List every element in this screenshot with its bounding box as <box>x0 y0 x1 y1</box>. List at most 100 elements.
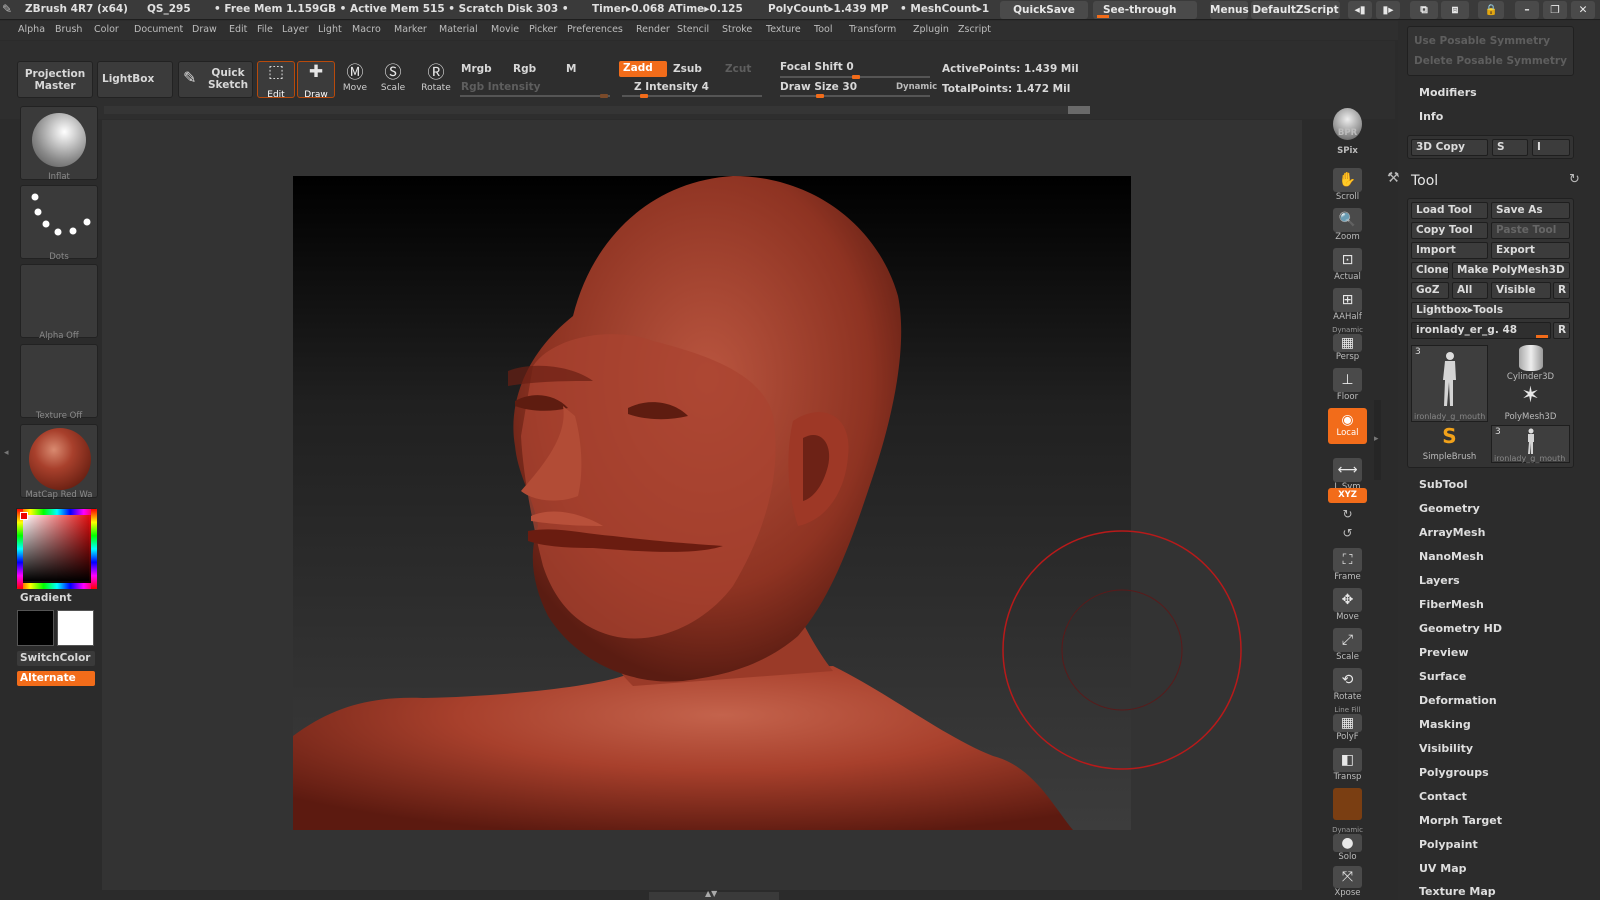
delete-posable-symmetry-button[interactable]: Delete Posable Symmetry <box>1414 55 1567 67</box>
menu-draw[interactable]: Draw <box>192 24 217 35</box>
menus-button[interactable]: Menus <box>1210 1 1249 19</box>
nanomesh-section[interactable]: NanoMesh <box>1419 550 1484 563</box>
texture-selector[interactable] <box>20 344 98 418</box>
main-color-swatch[interactable] <box>17 610 54 646</box>
color-picker-cursor[interactable] <box>20 512 28 520</box>
viewport-scale-button[interactable]: ⤢ Scale <box>1328 628 1367 662</box>
minimize-icon[interactable]: – <box>1515 1 1539 19</box>
zcut-button[interactable]: Zcut <box>725 63 751 75</box>
rgb-intensity-slider[interactable]: Rgb Intensity <box>461 81 540 93</box>
seethrough-slider[interactable]: See-through 0 <box>1093 1 1197 34</box>
tool-thumb-polymesh3d[interactable]: ✶ PolyMesh3D <box>1491 385 1570 423</box>
mrgb-button[interactable]: Mrgb <box>461 63 492 75</box>
tray-right-icon[interactable]: ▮▸ <box>1376 1 1400 19</box>
menu-tool[interactable]: Tool <box>814 24 832 35</box>
lsym-button[interactable]: ⟷ L.Sym <box>1328 458 1367 492</box>
bpr-button[interactable]: BPR <box>1328 108 1367 150</box>
deformation-section[interactable]: Deformation <box>1419 694 1497 707</box>
copy3d-button[interactable]: 3D Copy <box>1411 139 1488 156</box>
goz-visible-button[interactable]: Visible <box>1491 282 1551 299</box>
polygroups-section[interactable]: Polygroups <box>1419 766 1489 779</box>
lightbox-tools-button[interactable]: Lightbox▸Tools <box>1411 302 1570 319</box>
goz-r-button[interactable]: R <box>1553 282 1570 299</box>
tool-thumb-cylinder3d[interactable]: Cylinder3D <box>1491 345 1570 383</box>
rgb-button[interactable]: Rgb <box>513 63 536 75</box>
reset-icon[interactable]: ↻ <box>1569 172 1580 187</box>
menu-marker[interactable]: Marker <box>394 24 427 35</box>
menu-material[interactable]: Material <box>439 24 478 35</box>
spix-slider[interactable]: SPix <box>1328 146 1367 156</box>
menu-zplugin[interactable]: Zplugin <box>913 24 949 35</box>
import-button[interactable]: Import <box>1411 242 1488 259</box>
menu-picker[interactable]: Picker <box>529 24 557 35</box>
goz-all-button[interactable]: All <box>1452 282 1488 299</box>
right-tray-divider[interactable]: ▸ <box>1374 400 1381 480</box>
brush-selector[interactable] <box>20 106 98 180</box>
morph-target-section[interactable]: Morph Target <box>1419 814 1502 827</box>
floor-button[interactable]: ⊥ Floor <box>1328 368 1367 402</box>
texture-map-section[interactable]: Texture Map <box>1419 885 1496 898</box>
layout-icon[interactable]: ⧉ <box>1410 1 1438 19</box>
geometry-section[interactable]: Geometry <box>1419 502 1480 515</box>
menu-zscript[interactable]: Zscript <box>958 24 991 35</box>
load-tool-button[interactable]: Load Tool <box>1411 202 1488 219</box>
fibermesh-section[interactable]: FiberMesh <box>1419 598 1484 611</box>
menu-stroke[interactable]: Stroke <box>722 24 752 35</box>
current-tool-r-button[interactable]: R <box>1553 322 1570 339</box>
xpose-button[interactable]: ⤧ Xpose <box>1328 866 1367 898</box>
masking-section[interactable]: Masking <box>1419 718 1471 731</box>
gradient-toggle[interactable]: Gradient <box>20 592 72 604</box>
persp-button[interactable]: Dynamic ▦ Persp <box>1328 326 1367 362</box>
local-button[interactable]: ◉ Local <box>1328 408 1367 444</box>
zsub-button[interactable]: Zsub <box>673 63 702 75</box>
menu-alpha[interactable]: Alpha <box>18 24 45 35</box>
left-tray-arrow-icon[interactable]: ◂ <box>4 448 11 468</box>
tool-palette-title[interactable]: Tool <box>1411 173 1438 189</box>
layers-section[interactable]: Layers <box>1419 574 1460 587</box>
menu-macro[interactable]: Macro <box>352 24 381 35</box>
tool-thumb-simplebrush[interactable]: S SimpleBrush <box>1411 425 1488 463</box>
contact-section[interactable]: Contact <box>1419 790 1467 803</box>
menu-brush[interactable]: Brush <box>55 24 82 35</box>
switchcolor-button[interactable]: SwitchColor <box>17 651 95 666</box>
color-picker[interactable] <box>16 508 97 589</box>
modifiers-section[interactable]: Modifiers <box>1419 86 1477 99</box>
draw-size-slider[interactable]: Draw Size 30 <box>780 81 857 93</box>
copy-tool-button[interactable]: Copy Tool <box>1411 222 1488 239</box>
arraymesh-section[interactable]: ArrayMesh <box>1419 526 1485 539</box>
dynamic-toggle[interactable]: Dynamic <box>896 82 937 92</box>
zadd-button[interactable]: Zadd <box>619 61 667 77</box>
pin-icon[interactable]: ⚒ <box>1387 170 1400 186</box>
ghost-button[interactable] <box>1328 788 1367 820</box>
paste-tool-button[interactable]: Paste Tool <box>1491 222 1570 239</box>
goz-button[interactable]: GoZ <box>1411 282 1449 299</box>
focal-shift-slider[interactable]: Focal Shift 0 <box>780 61 854 73</box>
copy3d-s-button[interactable]: S <box>1492 139 1528 156</box>
alpha-selector[interactable] <box>20 264 98 338</box>
edit-button[interactable]: ⬚ Edit <box>257 61 295 100</box>
clone-button[interactable]: Clone <box>1411 262 1449 279</box>
default-zscript-button[interactable]: DefaultZScript <box>1251 1 1340 19</box>
menu-color[interactable]: Color <box>94 24 119 35</box>
top-scroll-handle[interactable] <box>1068 106 1090 114</box>
subtool-section[interactable]: SubTool <box>1419 478 1468 491</box>
focal-shift-track[interactable] <box>780 75 930 79</box>
menu-texture[interactable]: Texture <box>766 24 801 35</box>
geometry-hd-section[interactable]: Geometry HD <box>1419 622 1502 635</box>
tool-thumb-ironlady-2[interactable]: 3 ironlady_g_mouth <box>1491 425 1570 463</box>
quicksave-button[interactable]: QuickSave <box>1000 1 1088 19</box>
lightbox-button[interactable]: LightBox <box>97 61 173 98</box>
menu-preferences[interactable]: Preferences <box>567 24 623 35</box>
frame-button[interactable]: ⛶ Frame <box>1328 548 1367 582</box>
menu-light[interactable]: Light <box>318 24 342 35</box>
lock-icon[interactable]: 🔒 <box>1478 1 1504 19</box>
save-as-button[interactable]: Save As <box>1491 202 1570 219</box>
top-scroll-track[interactable] <box>104 106 1090 114</box>
menu-edit[interactable]: Edit <box>229 24 247 35</box>
draw-size-track[interactable] <box>780 94 930 98</box>
draw-button[interactable]: ✚ Draw <box>297 61 335 100</box>
uv-map-section[interactable]: UV Map <box>1419 862 1467 875</box>
scroll-button[interactable]: ✋ Scroll <box>1328 168 1367 202</box>
rotate-button[interactable]: Ⓡ Rotate <box>417 63 455 93</box>
z-intensity-slider[interactable]: Z Intensity 4 <box>634 81 709 93</box>
